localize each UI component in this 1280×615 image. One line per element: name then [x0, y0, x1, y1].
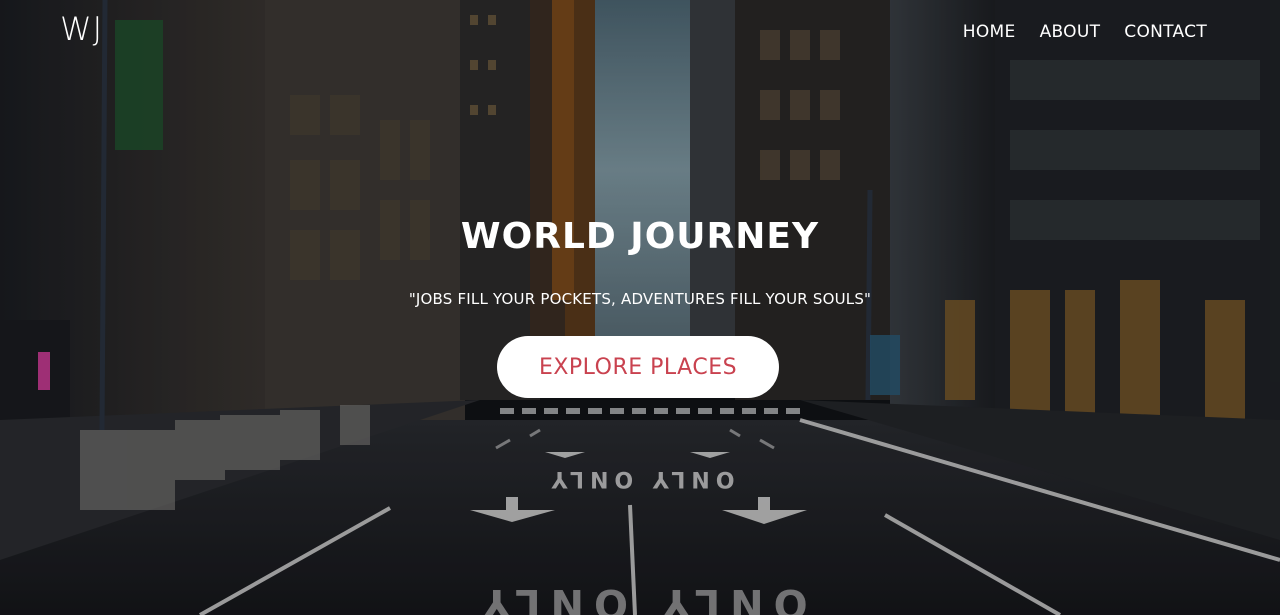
main-menu: HOME ABOUT CONTACT	[963, 22, 1207, 42]
top-navbar: WJ HOME ABOUT CONTACT	[0, 0, 1280, 64]
hero-title: WORLD JOURNEY	[460, 216, 820, 257]
site-logo[interactable]: WJ	[60, 10, 103, 48]
explore-places-button[interactable]: EXPLORE PLACES	[497, 336, 779, 398]
nav-link-contact[interactable]: CONTACT	[1124, 22, 1207, 42]
hero-section: ONLY ONLY ONLY ONLY WJ HOME ABOUT CONTAC…	[0, 0, 1280, 615]
nav-link-home[interactable]: HOME	[963, 22, 1016, 42]
hero-tagline: "JOBS FILL YOUR POCKETS, ADVENTURES FILL…	[408, 290, 872, 308]
nav-link-about[interactable]: ABOUT	[1040, 22, 1101, 42]
